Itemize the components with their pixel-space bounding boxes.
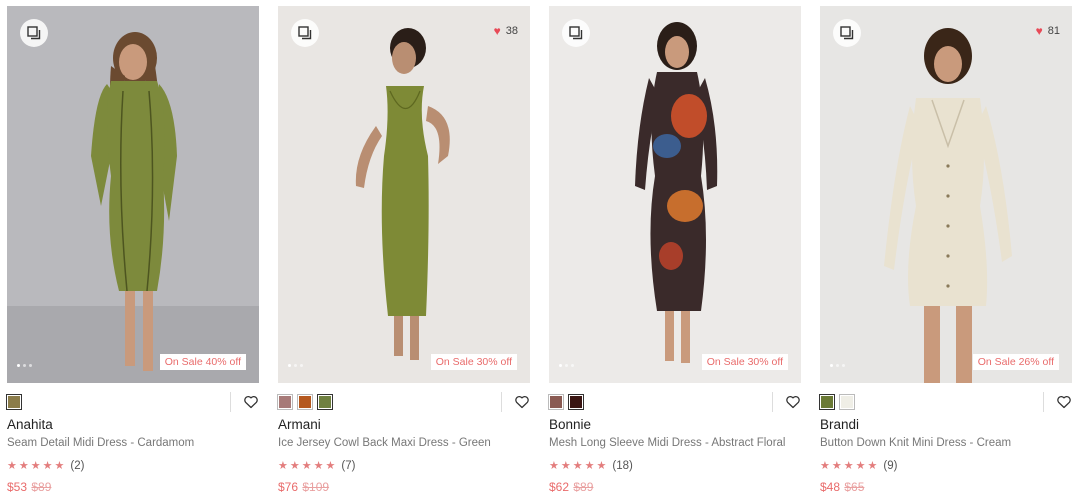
image-carousel-dots[interactable] [288, 364, 303, 367]
review-count: (2) [70, 460, 85, 472]
price: $48 $65 [820, 480, 1072, 492]
star-icon: ★ [572, 459, 583, 472]
product-card[interactable]: ♥ 81 On Sale 26% off Brandi Button Down … [819, 6, 1072, 492]
color-swatch[interactable] [6, 394, 22, 410]
sale-badge: On Sale 30% off [701, 354, 788, 370]
original-price: $89 [31, 480, 52, 492]
review-count: (9) [883, 460, 898, 472]
divider [501, 392, 502, 412]
sale-badge: On Sale 26% off [972, 354, 1059, 370]
star-icon: ★ [278, 459, 288, 472]
star-icon: ★ [325, 459, 336, 472]
original-price: $65 [844, 480, 865, 492]
color-swatches [277, 389, 530, 415]
image-carousel-dots[interactable] [17, 364, 32, 367]
product-rating[interactable]: ★ ★ ★ ★ ★ (2) [7, 458, 259, 474]
product-photo [549, 6, 801, 383]
sale-price: $76 [278, 480, 299, 492]
sale-price: $48 [820, 480, 841, 492]
color-swatch[interactable] [317, 394, 333, 410]
image-carousel-dots[interactable] [830, 364, 845, 367]
review-count: (7) [341, 460, 356, 472]
wishlist-heart-icon[interactable] [1056, 394, 1072, 410]
product-image[interactable]: ♥ 81 On Sale 26% off [820, 6, 1072, 383]
compare-icon[interactable] [562, 19, 590, 47]
price: $76 $109 [278, 480, 530, 492]
product-image[interactable]: ♥ 38 On Sale 30% off [278, 6, 530, 383]
product-description[interactable]: Button Down Knit Mini Dress - Cream [820, 437, 1072, 453]
color-swatch[interactable] [297, 394, 313, 410]
review-count: (18) [612, 460, 633, 472]
product-name[interactable]: Bonnie [549, 417, 801, 435]
heart-icon: ♥ [493, 24, 501, 38]
divider [772, 392, 773, 412]
color-swatches [6, 389, 259, 415]
star-icon: ★ [867, 459, 878, 472]
sale-badge: On Sale 30% off [430, 354, 517, 370]
product-image[interactable]: On Sale 40% off [7, 6, 259, 383]
star-icon: ★ [596, 459, 607, 472]
star-icon: ★ [313, 459, 324, 472]
wishlist-heart-icon[interactable] [514, 394, 530, 410]
original-price: $109 [302, 480, 330, 492]
sale-price: $62 [549, 480, 570, 492]
price: $62 $89 [549, 480, 801, 492]
star-icon: ★ [549, 459, 559, 472]
product-name[interactable]: Brandi [820, 417, 1072, 435]
like-count: ♥ 38 [494, 25, 518, 37]
product-rating[interactable]: ★ ★ ★ ★ ★ (9) [820, 458, 1072, 474]
product-rating[interactable]: ★ ★ ★ ★ ★ (18) [549, 458, 801, 474]
product-grid: On Sale 40% off Anahita Seam Detail Midi… [0, 0, 1080, 492]
like-count: ♥ 81 [1036, 25, 1060, 37]
star-icon: ★ [301, 459, 312, 472]
product-description[interactable]: Ice Jersey Cowl Back Maxi Dress - Green [278, 437, 530, 453]
star-icon: ★ [7, 459, 17, 472]
wishlist-heart-icon[interactable] [243, 394, 259, 410]
color-swatch[interactable] [548, 394, 564, 410]
product-photo [820, 6, 1072, 383]
color-swatch[interactable] [839, 394, 855, 410]
product-card[interactable]: On Sale 30% off Bonnie Mesh Long Sleeve … [548, 6, 801, 492]
product-photo [7, 6, 259, 383]
image-carousel-dots[interactable] [559, 364, 574, 367]
product-description[interactable]: Mesh Long Sleeve Midi Dress - Abstract F… [549, 437, 801, 453]
compare-icon[interactable] [20, 19, 48, 47]
color-swatch[interactable] [568, 394, 584, 410]
product-rating[interactable]: ★ ★ ★ ★ ★ (7) [278, 458, 530, 474]
like-count-value: 38 [505, 25, 518, 37]
star-icon: ★ [855, 459, 866, 472]
star-icon: ★ [831, 459, 842, 472]
product-image[interactable]: On Sale 30% off [549, 6, 801, 383]
star-icon: ★ [820, 459, 830, 472]
divider [1043, 392, 1044, 412]
heart-icon: ♥ [1035, 24, 1043, 38]
star-icon: ★ [18, 459, 29, 472]
color-swatches [548, 389, 801, 415]
product-photo [278, 6, 530, 383]
color-swatch[interactable] [277, 394, 293, 410]
star-icon: ★ [42, 459, 53, 472]
color-swatches [819, 389, 1072, 415]
star-icon: ★ [54, 459, 65, 472]
star-icon: ★ [560, 459, 571, 472]
star-icon: ★ [289, 459, 300, 472]
wishlist-heart-icon[interactable] [785, 394, 801, 410]
star-icon: ★ [30, 459, 41, 472]
product-description[interactable]: Seam Detail Midi Dress - Cardamom [7, 437, 259, 453]
like-count-value: 81 [1047, 25, 1060, 37]
compare-icon[interactable] [833, 19, 861, 47]
color-swatch[interactable] [819, 394, 835, 410]
original-price: $89 [573, 480, 594, 492]
divider [230, 392, 231, 412]
product-name[interactable]: Anahita [7, 417, 259, 435]
product-card[interactable]: On Sale 40% off Anahita Seam Detail Midi… [6, 6, 259, 492]
product-name[interactable]: Armani [278, 417, 530, 435]
sale-price: $53 [7, 480, 28, 492]
compare-icon[interactable] [291, 19, 319, 47]
star-icon: ★ [584, 459, 595, 472]
price: $53 $89 [7, 480, 259, 492]
star-icon: ★ [843, 459, 854, 472]
sale-badge: On Sale 40% off [159, 354, 246, 370]
product-card[interactable]: ♥ 38 On Sale 30% off Armani Ice Jersey C… [277, 6, 530, 492]
